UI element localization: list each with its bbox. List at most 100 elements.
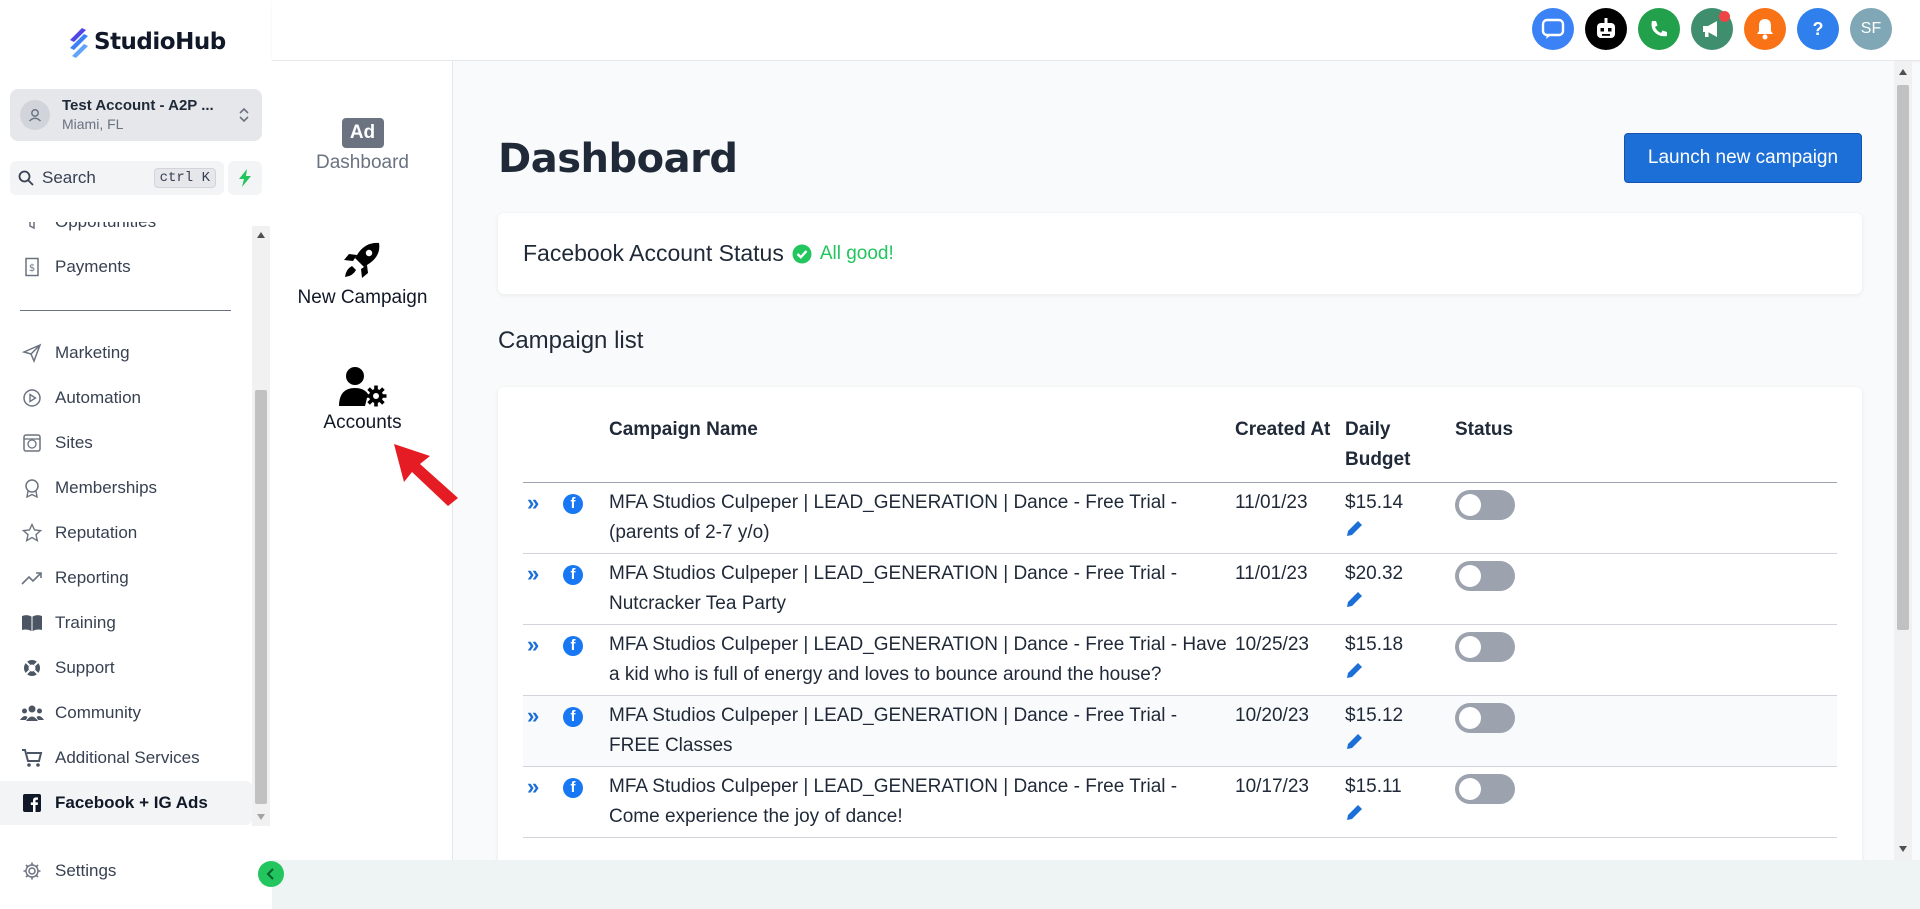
pencil-icon[interactable]	[1345, 660, 1451, 684]
expand-icon[interactable]: »	[527, 703, 539, 728]
created-date: 11/01/23	[1235, 482, 1345, 554]
sidebar-item-label: Reporting	[55, 568, 129, 587]
sidebar-item-support[interactable]: Support	[0, 646, 252, 690]
daily-budget: $15.18	[1345, 633, 1404, 655]
sidebar-item-memberships[interactable]: Memberships	[0, 466, 252, 510]
sidebar-item-label: Sites	[55, 433, 93, 452]
campaign-name: MFA Studios Culpeper | LEAD_GENERATION |…	[609, 766, 1235, 838]
pencil-icon[interactable]	[1345, 802, 1451, 826]
campaign-name: MFA Studios Culpeper | LEAD_GENERATION |…	[609, 624, 1235, 696]
col-created-at[interactable]: Created At	[1235, 415, 1345, 483]
subnav-dashboard[interactable]: Ad Dashboard	[272, 118, 453, 174]
notifications-button[interactable]	[1744, 8, 1786, 50]
globe-icon	[20, 431, 44, 455]
main-content: Dashboard Launch new campaign Facebook A…	[453, 61, 1894, 860]
sidebar-item-payments[interactable]: $ Payments	[0, 245, 252, 289]
robot-icon	[1597, 18, 1615, 38]
footer-strip	[272, 860, 1920, 909]
pencil-icon[interactable]	[1345, 589, 1451, 613]
col-daily-budget[interactable]: Daily Budget	[1345, 415, 1455, 483]
account-name: Test Account - A2P ...	[62, 97, 214, 114]
sidebar-item-additional-services[interactable]: Additional Services	[0, 736, 252, 780]
chevron-left-icon	[266, 868, 274, 880]
expand-icon[interactable]: »	[527, 774, 539, 799]
app-logo[interactable]: StudioHub	[66, 26, 226, 58]
automation-icon	[20, 386, 44, 410]
scroll-thumb[interactable]	[1897, 85, 1909, 630]
sidebar-item-label: Support	[55, 658, 115, 677]
phone-button[interactable]	[1638, 8, 1680, 50]
status-label: Facebook Account Status	[523, 240, 784, 266]
status-toggle[interactable]	[1455, 631, 1515, 662]
top-bar: ? SF	[272, 0, 1920, 61]
sidebar-item-opportunities[interactable]: Opportunities	[0, 222, 252, 244]
sidebar-item-community[interactable]: Community	[0, 691, 252, 735]
expand-icon[interactable]: »	[527, 632, 539, 657]
scroll-up-icon[interactable]	[1899, 69, 1907, 75]
chat-button[interactable]	[1532, 8, 1574, 50]
status-toggle[interactable]	[1455, 773, 1515, 804]
logo-icon	[70, 28, 88, 58]
sidebar-item-sites[interactable]: Sites	[0, 421, 252, 465]
status-toggle[interactable]	[1455, 702, 1515, 733]
subnav-accounts[interactable]: Accounts	[272, 366, 453, 434]
scroll-down-icon[interactable]	[257, 814, 265, 820]
expand-icon[interactable]: »	[527, 490, 539, 515]
sidebar-item-facebook-ads[interactable]: Facebook + IG Ads	[0, 781, 252, 825]
sidebar-item-training[interactable]: Training	[0, 601, 252, 645]
sidebar-item-automation[interactable]: Automation	[0, 376, 252, 420]
status-toggle[interactable]	[1455, 560, 1515, 591]
badge-icon	[20, 476, 44, 500]
check-circle-icon	[792, 244, 812, 263]
announcements-button[interactable]	[1691, 8, 1733, 50]
ai-assistant-button[interactable]	[1585, 8, 1627, 50]
sidebar-item-label: Opportunities	[55, 222, 156, 232]
book-icon	[20, 611, 44, 635]
chat-icon	[1541, 18, 1565, 39]
col-status[interactable]: Status	[1455, 415, 1837, 483]
subnav-label: Accounts	[323, 412, 402, 433]
facebook-icon: f	[563, 493, 583, 514]
table-header-row: Campaign Name Created At Daily Budget St…	[523, 415, 1837, 483]
launch-campaign-button[interactable]: Launch new campaign	[1624, 133, 1862, 183]
notification-dot	[1719, 11, 1730, 22]
status-value: All good!	[819, 242, 894, 264]
sidebar-scrollbar[interactable]	[252, 226, 270, 826]
col-campaign-name[interactable]: Campaign Name	[609, 415, 1235, 483]
page-title: Dashboard	[498, 136, 738, 182]
sidebar-item-reporting[interactable]: Reporting	[0, 556, 252, 600]
avatar[interactable]: SF	[1850, 8, 1892, 50]
help-icon: ?	[1812, 18, 1824, 39]
search-input[interactable]: Search ctrl K	[10, 161, 224, 195]
campaign-name: MFA Studios Culpeper | LEAD_GENERATION |…	[609, 482, 1235, 554]
daily-budget: $15.12	[1345, 704, 1404, 726]
sidebar-item-reputation[interactable]: Reputation	[0, 511, 252, 555]
scroll-thumb[interactable]	[255, 390, 267, 804]
account-switcher[interactable]: Test Account - A2P ... Miami, FL	[10, 89, 262, 141]
sidebar-item-settings[interactable]: Settings	[0, 849, 252, 893]
scroll-down-icon[interactable]	[1899, 846, 1907, 852]
users-icon	[20, 701, 44, 725]
subnav-label: Dashboard	[316, 152, 409, 173]
collapse-sidebar-button[interactable]	[258, 861, 284, 887]
quick-actions-button[interactable]	[228, 161, 262, 195]
search-icon	[18, 170, 34, 186]
invoice-icon: $	[20, 255, 44, 279]
rocket-icon	[343, 242, 379, 278]
daily-budget: $20.32	[1345, 562, 1404, 584]
account-location: Miami, FL	[62, 116, 124, 132]
table-row: » f MFA Studios Culpeper | LEAD_GENERATI…	[523, 624, 1837, 696]
expand-icon[interactable]: »	[527, 561, 539, 586]
help-button[interactable]: ?	[1797, 8, 1839, 50]
send-icon	[20, 341, 44, 365]
sidebar-item-marketing[interactable]: Marketing	[0, 331, 252, 375]
sidebar-nav: Opportunities $ Payments Marketing Autom…	[0, 222, 256, 826]
main-scrollbar[interactable]	[1894, 61, 1912, 860]
pencil-icon[interactable]	[1345, 731, 1451, 755]
scroll-up-icon[interactable]	[257, 232, 265, 238]
status-toggle[interactable]	[1455, 489, 1515, 520]
pencil-icon[interactable]	[1345, 518, 1451, 542]
status-badge: All good!	[792, 243, 894, 265]
subnav-new-campaign[interactable]: New Campaign	[272, 239, 453, 309]
facebook-icon: f	[563, 706, 583, 727]
